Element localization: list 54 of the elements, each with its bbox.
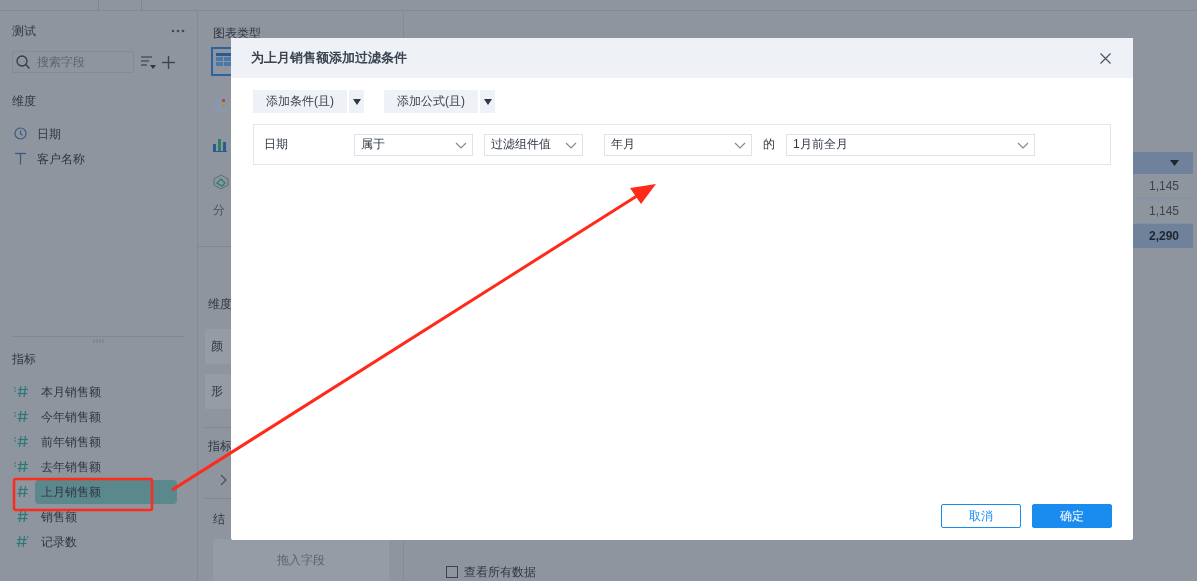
- clock-icon: [14, 127, 27, 140]
- field-item[interactable]: 客户名称: [12, 146, 185, 171]
- map-chart-icon: [213, 174, 229, 190]
- colored-table-icon: [213, 98, 227, 114]
- section-heading: 指标: [12, 351, 37, 368]
- dropdown-button[interactable]: [480, 90, 495, 113]
- more-icon: [171, 29, 185, 33]
- sort-caret-icon: [1170, 160, 1179, 166]
- checkbox-label: 查看所有数据: [464, 563, 536, 581]
- confirm-button[interactable]: 确定: [1032, 504, 1112, 528]
- dropdown[interactable]: 属于: [354, 133, 473, 156]
- cancel-button[interactable]: 取消: [941, 504, 1021, 528]
- dropdown[interactable]: 过滤组件值: [484, 133, 583, 156]
- section-heading: 维度: [12, 93, 37, 110]
- bar-chart-icon: [213, 136, 227, 152]
- section-heading: 结: [213, 511, 226, 528]
- close-icon: [1100, 52, 1111, 64]
- search-icon: [16, 55, 30, 69]
- calculated-number-icon: [14, 435, 29, 448]
- dropdown[interactable]: 年月: [604, 133, 752, 156]
- dropdown[interactable]: 1月前全月: [786, 133, 1035, 156]
- field-item[interactable]: 去年销售额: [35, 454, 177, 479]
- calculated-number-icon: [14, 385, 29, 398]
- close-button[interactable]: [1100, 52, 1111, 64]
- section-heading: 图表类型: [213, 25, 262, 42]
- section-heading: 维度: [208, 296, 233, 313]
- count-icon: [14, 535, 29, 548]
- dropdown-button[interactable]: [349, 90, 364, 113]
- text-type-icon: [14, 152, 27, 165]
- table-cell: 2,290: [1131, 224, 1193, 248]
- table-chart-icon: [216, 53, 232, 67]
- field-item[interactable]: 前年销售额: [35, 429, 177, 454]
- field-item[interactable]: 销售额: [35, 504, 177, 529]
- add-button[interactable]: 添加公式(且): [384, 90, 478, 113]
- checkbox[interactable]: [446, 566, 458, 578]
- add-button[interactable]: 添加条件(且): [253, 90, 347, 113]
- chart-type-label: 分: [213, 202, 225, 219]
- panel-title: 测试: [12, 22, 36, 40]
- calculated-number-icon: [14, 410, 29, 423]
- connector-text: 的: [762, 136, 776, 153]
- calculated-number-icon: [14, 460, 29, 473]
- chevron-right-icon: [220, 474, 228, 486]
- field-item[interactable]: 本月销售额: [35, 379, 177, 404]
- dialog-title: 为上月销售额添加过滤条件: [251, 49, 407, 67]
- field-item[interactable]: 今年销售额: [35, 404, 177, 429]
- caret-down-icon: [483, 98, 492, 105]
- sort-icon: [140, 55, 156, 69]
- add-icon: [162, 55, 175, 69]
- field-item[interactable]: 上月销售额: [35, 479, 177, 504]
- caret-down-icon: [352, 98, 361, 105]
- condition-field: 日期: [264, 136, 354, 153]
- section-heading: 指标: [208, 438, 233, 455]
- field-item[interactable]: 日期: [12, 121, 185, 146]
- field-item[interactable]: 记录数: [35, 529, 177, 554]
